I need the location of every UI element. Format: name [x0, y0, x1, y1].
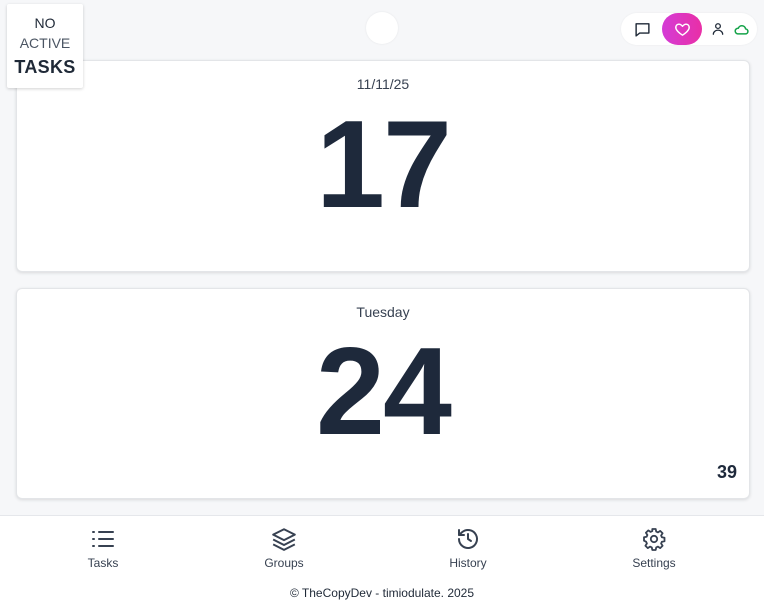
nav-settings[interactable]: Settings [604, 526, 704, 570]
nav-groups-label: Groups [264, 556, 304, 570]
favorite-button[interactable] [662, 13, 702, 45]
gear-icon [643, 528, 666, 551]
weekday-label: Tuesday [356, 304, 410, 320]
message-icon [634, 22, 650, 37]
task-status-line2: ACTIVE [19, 35, 71, 51]
sync-button[interactable] [731, 20, 751, 38]
cloud-icon [733, 24, 749, 35]
time-card: Tuesday 24 39 [16, 288, 750, 499]
task-status-line1: NO [34, 15, 56, 31]
task-status-line3: TASKS [14, 57, 76, 77]
nav-settings-label: Settings [632, 556, 676, 570]
user-button[interactable] [709, 19, 727, 39]
task-status-badge[interactable]: NO ACTIVE TASKS [7, 4, 83, 88]
layers-icon [272, 528, 296, 551]
footer-copyright: © TheCopyDev - timiodulate. 2025 [289, 586, 475, 600]
center-indicator[interactable] [366, 12, 398, 44]
day-of-month: 17 [316, 96, 452, 234]
time-value: 24 [316, 323, 452, 461]
nav-history[interactable]: History [418, 526, 518, 570]
list-icon [92, 531, 114, 547]
seconds-counter: 39 [716, 462, 737, 482]
heart-icon [674, 22, 690, 36]
date-card: 11/11/25 17 [16, 60, 750, 272]
nav-tasks-label: Tasks [87, 556, 119, 570]
top-toolbar [621, 13, 757, 45]
app-page: NO ACTIVE TASKS 11/11/25 17 Tuesday 24 3… [0, 0, 764, 600]
nav-groups[interactable]: Groups [234, 526, 334, 570]
date-label: 11/11/25 [356, 76, 410, 92]
message-button[interactable] [629, 17, 655, 41]
bottom-nav: Tasks Groups History Settings © TheCopyD… [0, 515, 764, 600]
nav-tasks[interactable]: Tasks [53, 526, 153, 570]
user-icon [712, 23, 724, 35]
history-icon [458, 529, 478, 549]
nav-history-label: History [449, 556, 487, 570]
